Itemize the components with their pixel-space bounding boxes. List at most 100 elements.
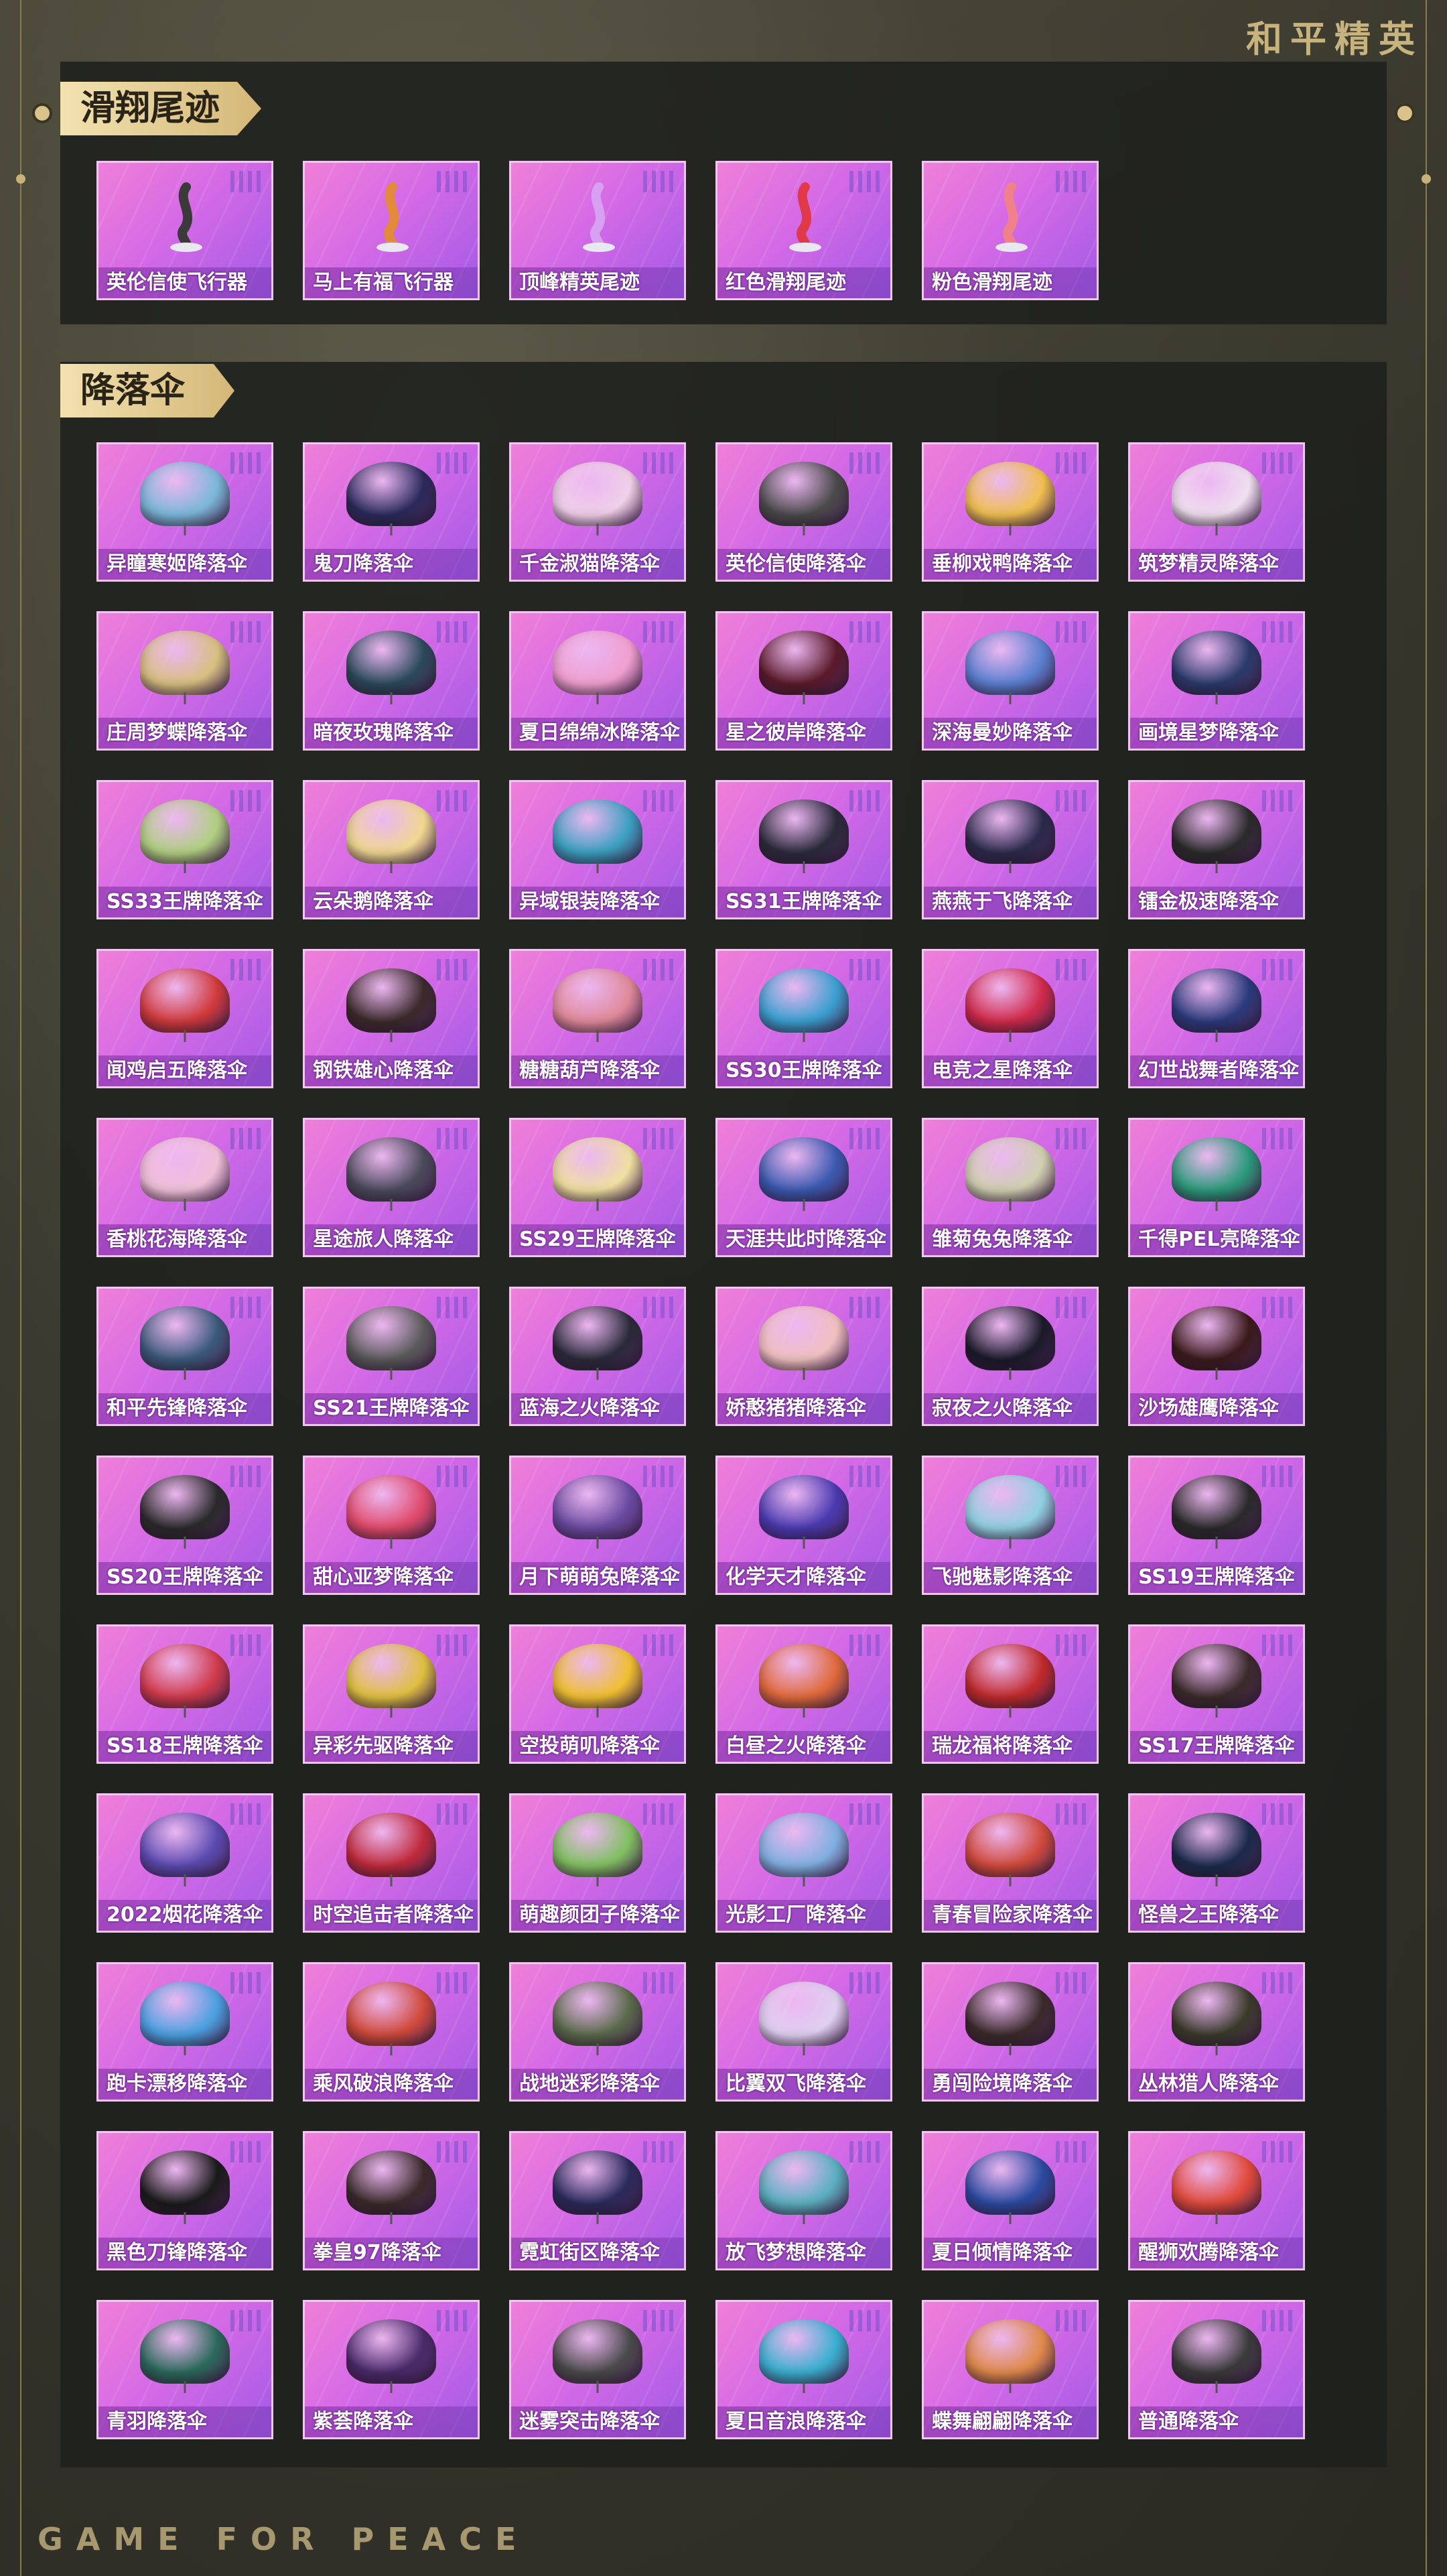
parachute-card[interactable]: 钢铁雄心降落伞 xyxy=(303,949,480,1088)
parachute-card[interactable]: SS19王牌降落伞 xyxy=(1128,1456,1305,1595)
parachute-card[interactable]: SS17王牌降落伞 xyxy=(1128,1624,1305,1764)
trail-card[interactable]: 马上有福飞行器 xyxy=(303,161,480,300)
parachute-label: SS33王牌降落伞 xyxy=(98,887,271,917)
parachute-card[interactable]: 月下萌萌兔降落伞 xyxy=(509,1456,686,1595)
parachute-card[interactable]: 蓝海之火降落伞 xyxy=(509,1287,686,1426)
parachute-card[interactable]: 镭金极速降落伞 xyxy=(1128,780,1305,919)
parachute-label: 闻鸡启五降落伞 xyxy=(98,1055,271,1086)
parachute-card[interactable]: 娇憨猪猪降落伞 xyxy=(715,1287,892,1426)
parachute-icon xyxy=(553,1137,642,1202)
parachute-card[interactable]: 普通降落伞 xyxy=(1128,2300,1305,2439)
parachute-card[interactable]: SS33王牌降落伞 xyxy=(96,780,273,919)
parachute-card[interactable]: SS20王牌降落伞 xyxy=(96,1456,273,1595)
parachute-card[interactable]: 电竞之星降落伞 xyxy=(922,949,1099,1088)
parachute-card[interactable]: 异域银装降落伞 xyxy=(509,780,686,919)
parachute-icon xyxy=(553,1982,642,2046)
parachute-card[interactable]: 甜心亚梦降落伞 xyxy=(303,1456,480,1595)
parachute-card[interactable]: 燕燕于飞降落伞 xyxy=(922,780,1099,919)
parachute-icon xyxy=(553,968,642,1033)
parachute-card[interactable]: 白昼之火降落伞 xyxy=(715,1624,892,1764)
parachute-card[interactable]: 星途旅人降落伞 xyxy=(303,1118,480,1257)
trail-card[interactable]: 顶峰精英尾迹 xyxy=(509,161,686,300)
parachute-card[interactable]: 糖糖葫芦降落伞 xyxy=(509,949,686,1088)
parachute-card[interactable]: 幻世战舞者降落伞 xyxy=(1128,949,1305,1088)
parachute-card[interactable]: 闻鸡启五降落伞 xyxy=(96,949,273,1088)
parachute-card[interactable]: 夏日音浪降落伞 xyxy=(715,2300,892,2439)
parachute-label: 云朵鹅降落伞 xyxy=(305,887,478,917)
parachute-card[interactable]: 青羽降落伞 xyxy=(96,2300,273,2439)
parachute-card[interactable]: 星之彼岸降落伞 xyxy=(715,611,892,751)
parachute-card[interactable]: 醒狮欢腾降落伞 xyxy=(1128,2131,1305,2270)
parachute-icon xyxy=(553,2150,642,2215)
parachute-card[interactable]: 空投萌叽降落伞 xyxy=(509,1624,686,1764)
parachute-icon xyxy=(965,1306,1055,1370)
parachute-card[interactable]: 寂夜之火降落伞 xyxy=(922,1287,1099,1426)
parachute-card[interactable]: 云朵鹅降落伞 xyxy=(303,780,480,919)
parachute-card[interactable]: 千得PEL亮降落伞 xyxy=(1128,1118,1305,1257)
parachute-card[interactable]: 怪兽之王降落伞 xyxy=(1128,1793,1305,1933)
parachute-card[interactable]: 丛林猎人降落伞 xyxy=(1128,1962,1305,2102)
parachute-card[interactable]: 夏日绵绵冰降落伞 xyxy=(509,611,686,751)
parachute-card[interactable]: 和平先锋降落伞 xyxy=(96,1287,273,1426)
parachute-card[interactable]: 光影工厂降落伞 xyxy=(715,1793,892,1933)
parachute-card[interactable]: 英伦信使降落伞 xyxy=(715,442,892,582)
parachute-card[interactable]: SS18王牌降落伞 xyxy=(96,1624,273,1764)
parachute-card[interactable]: 沙场雄鹰降落伞 xyxy=(1128,1287,1305,1426)
parachute-card[interactable]: 霓虹街区降落伞 xyxy=(509,2131,686,2270)
rarity-bars xyxy=(643,959,673,980)
parachute-card[interactable]: 2022烟花降落伞 xyxy=(96,1793,273,1933)
parachute-card[interactable]: SS31王牌降落伞 xyxy=(715,780,892,919)
parachute-card[interactable]: 乘风破浪降落伞 xyxy=(303,1962,480,2102)
parachute-label: 寂夜之火降落伞 xyxy=(924,1393,1097,1424)
parachute-card[interactable]: 鬼刀降落伞 xyxy=(303,442,480,582)
trail-card[interactable]: 英伦信使飞行器 xyxy=(96,161,273,300)
parachute-card[interactable]: SS21王牌降落伞 xyxy=(303,1287,480,1426)
parachute-card[interactable]: SS29王牌降落伞 xyxy=(509,1118,686,1257)
parachute-icon xyxy=(140,1644,230,1708)
parachute-card[interactable]: 暗夜玫瑰降落伞 xyxy=(303,611,480,751)
parachute-card[interactable]: 庄周梦蝶降落伞 xyxy=(96,611,273,751)
frame-line-right xyxy=(1426,0,1427,2576)
parachute-label: 比翼双飞降落伞 xyxy=(717,2069,890,2100)
parachute-card[interactable]: 天涯共此时降落伞 xyxy=(715,1118,892,1257)
parachute-card[interactable]: 画境星梦降落伞 xyxy=(1128,611,1305,751)
rarity-bars xyxy=(437,1634,467,1656)
parachute-card[interactable]: 异彩先驱降落伞 xyxy=(303,1624,480,1764)
parachute-card[interactable]: 夏日倾情降落伞 xyxy=(922,2131,1099,2270)
rarity-bars xyxy=(1262,621,1292,643)
parachute-card[interactable]: 雏菊兔兔降落伞 xyxy=(922,1118,1099,1257)
parachute-card[interactable]: 放飞梦想降落伞 xyxy=(715,2131,892,2270)
parachute-card[interactable]: 香桃花海降落伞 xyxy=(96,1118,273,1257)
parachute-card[interactable]: 青春冒险家降落伞 xyxy=(922,1793,1099,1933)
parachute-card[interactable]: 比翼双飞降落伞 xyxy=(715,1962,892,2102)
rarity-bars xyxy=(437,452,467,474)
parachute-card[interactable]: 黑色刀锋降落伞 xyxy=(96,2131,273,2270)
parachute-icon xyxy=(140,1813,230,1877)
rarity-bars xyxy=(849,1128,880,1149)
trail-card[interactable]: 粉色滑翔尾迹 xyxy=(922,161,1099,300)
parachute-label: SS29王牌降落伞 xyxy=(511,1224,684,1255)
parachute-card[interactable]: 紫荟降落伞 xyxy=(303,2300,480,2439)
parachute-card[interactable]: 跑卡漂移降落伞 xyxy=(96,1962,273,2102)
parachute-card[interactable]: 千金淑猫降落伞 xyxy=(509,442,686,582)
parachute-label: 放飞梦想降落伞 xyxy=(717,2238,890,2268)
title-dot-trails-right xyxy=(1395,103,1415,123)
parachute-card[interactable]: 飞驰魅影降落伞 xyxy=(922,1456,1099,1595)
parachute-card[interactable]: 化学天才降落伞 xyxy=(715,1456,892,1595)
parachute-card[interactable]: 深海曼妙降落伞 xyxy=(922,611,1099,751)
parachute-card[interactable]: 筑梦精灵降落伞 xyxy=(1128,442,1305,582)
rarity-bars xyxy=(1056,959,1086,980)
parachute-card[interactable]: 异瞳寒姬降落伞 xyxy=(96,442,273,582)
parachute-card[interactable]: 瑞龙福将降落伞 xyxy=(922,1624,1099,1764)
parachute-card[interactable]: 时空追击者降落伞 xyxy=(303,1793,480,1933)
parachute-card[interactable]: 迷雾突击降落伞 xyxy=(509,2300,686,2439)
parachute-card[interactable]: 勇闯险境降落伞 xyxy=(922,1962,1099,2102)
trail-card[interactable]: 红色滑翔尾迹 xyxy=(715,161,892,300)
parachute-card[interactable]: 萌趣颜团子降落伞 xyxy=(509,1793,686,1933)
rarity-bars xyxy=(643,1634,673,1656)
parachute-card[interactable]: 战地迷彩降落伞 xyxy=(509,1962,686,2102)
parachute-card[interactable]: 垂柳戏鸭降落伞 xyxy=(922,442,1099,582)
parachute-card[interactable]: 蝶舞翩翩降落伞 xyxy=(922,2300,1099,2439)
parachute-card[interactable]: 拳皇97降落伞 xyxy=(303,2131,480,2270)
parachute-card[interactable]: SS30王牌降落伞 xyxy=(715,949,892,1088)
